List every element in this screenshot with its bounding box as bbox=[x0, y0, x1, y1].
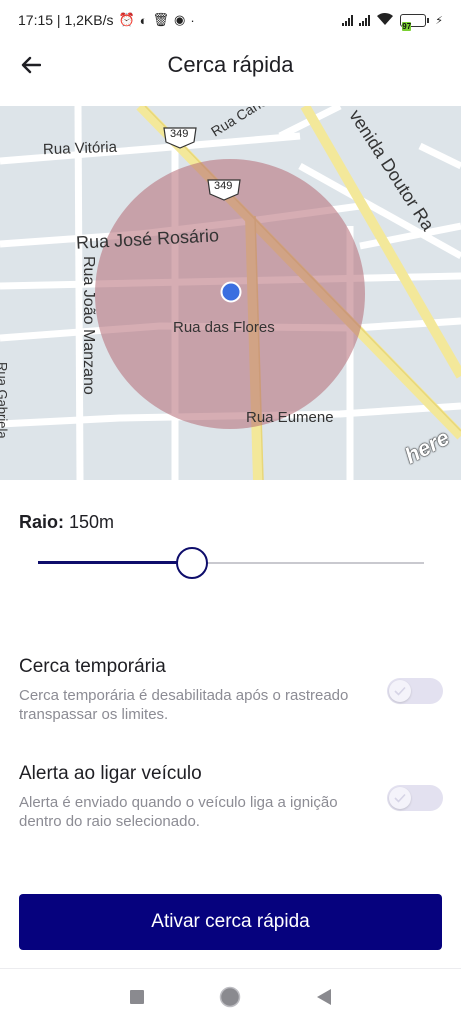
route-shield-label-2: 349 bbox=[214, 180, 233, 192]
back-button[interactable] bbox=[16, 50, 46, 80]
back-triangle-icon bbox=[317, 989, 332, 1005]
divider bbox=[0, 968, 461, 969]
back-nav-button[interactable] bbox=[304, 977, 344, 1017]
battery-level: 97 bbox=[402, 21, 412, 31]
ignition-alert-toggle[interactable] bbox=[387, 785, 443, 811]
setting-ignition-alert: Alerta ao ligar veículo Alerta é enviado… bbox=[19, 763, 443, 831]
alarm-icon: ⏰ bbox=[118, 12, 135, 27]
radius-label-title: Raio: bbox=[19, 512, 64, 532]
temporary-fence-toggle[interactable] bbox=[387, 678, 443, 704]
setting-title: Alerta ao ligar veículo bbox=[19, 763, 202, 784]
radius-slider[interactable] bbox=[38, 546, 424, 580]
setting-title: Cerca temporária bbox=[19, 656, 166, 677]
status-left: 17:15 | 1,2KB/s ⏰ ◐ 🗑 ◉ · bbox=[18, 12, 195, 28]
trash-icon: 🗑 bbox=[152, 12, 170, 27]
status-right: 97 ⚡ bbox=[342, 12, 443, 31]
map-label-rua-eumene: Rua Eumene bbox=[246, 409, 334, 426]
back-arrow-icon bbox=[21, 56, 41, 74]
map-label-rua-das-flores: Rua das Flores bbox=[173, 319, 275, 336]
setting-description: Cerca temporária é desabilitada após o r… bbox=[19, 687, 349, 723]
system-nav-bar bbox=[0, 970, 461, 1024]
radius-label: Raio: 150m bbox=[19, 512, 114, 533]
map-label-rua-joao-manzano: Rua João Manzano bbox=[80, 256, 97, 395]
activate-quick-fence-button[interactable]: Ativar cerca rápida bbox=[19, 894, 442, 950]
battery-icon: 97 bbox=[400, 13, 430, 31]
location-marker bbox=[220, 281, 242, 303]
slider-fill bbox=[38, 561, 193, 564]
map-view[interactable]: Rua Vitória Rua José Rosário Rua das Flo… bbox=[0, 106, 461, 480]
check-icon bbox=[394, 686, 406, 696]
check-icon bbox=[394, 793, 406, 803]
app-header: Cerca rápida bbox=[0, 40, 461, 90]
home-button[interactable] bbox=[210, 977, 250, 1017]
signal-icon bbox=[342, 14, 354, 26]
home-circle-icon bbox=[220, 986, 241, 1008]
status-time-speed: 17:15 | 1,2KB/s bbox=[18, 12, 114, 28]
setting-temporary-fence: Cerca temporária Cerca temporária é desa… bbox=[19, 656, 443, 724]
setting-description: Alerta é enviado quando o veículo liga a… bbox=[19, 794, 338, 830]
wifi-icon bbox=[376, 12, 394, 29]
status-bar: 17:15 | 1,2KB/s ⏰ ◐ 🗑 ◉ · 97 ⚡ bbox=[0, 0, 461, 40]
chrome-icon: ◉ bbox=[174, 12, 186, 27]
signal-icon-2 bbox=[359, 14, 371, 26]
route-shield-label-1: 349 bbox=[170, 128, 189, 140]
toggle-knob bbox=[389, 787, 411, 809]
slider-thumb[interactable] bbox=[176, 547, 209, 579]
page-title: Cerca rápida bbox=[167, 52, 294, 77]
charging-icon: ⚡ bbox=[435, 14, 443, 27]
map-label-rua-vitoria: Rua Vitória bbox=[42, 138, 118, 159]
radius-value: 150m bbox=[69, 512, 115, 532]
recents-square-icon bbox=[129, 990, 144, 1004]
recents-button[interactable] bbox=[117, 977, 157, 1017]
app-notification-icon: ◐ bbox=[139, 12, 148, 28]
more-dot-icon: · bbox=[190, 12, 195, 28]
toggle-knob bbox=[389, 680, 411, 702]
map-label-rua-gabriela: Rua Gabriela bbox=[0, 362, 10, 439]
